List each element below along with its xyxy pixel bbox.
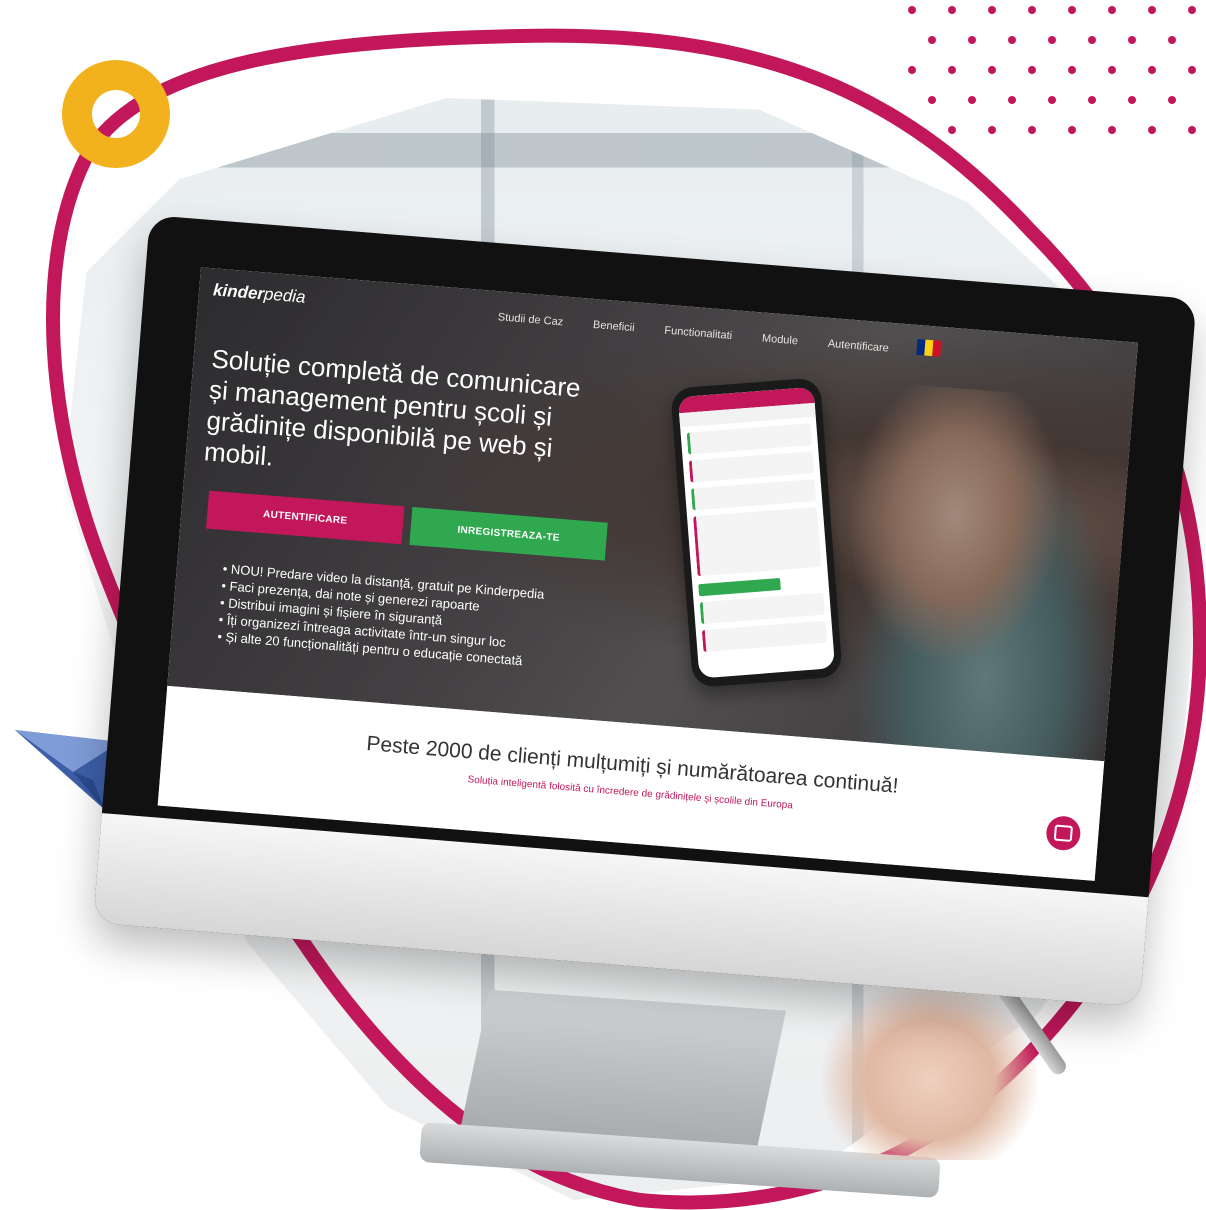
phone-timeline-row bbox=[688, 451, 815, 483]
romania-flag-icon[interactable] bbox=[916, 338, 942, 357]
monitor: kinderpedia Studii de Caz Beneficii Func… bbox=[93, 215, 1197, 1007]
phone-timeline-row bbox=[699, 592, 825, 625]
chat-icon bbox=[1053, 824, 1073, 842]
phone-timeline-row bbox=[693, 506, 822, 577]
logo-light: pedia bbox=[263, 284, 307, 307]
ring-icon bbox=[62, 60, 170, 168]
hero-section: kinderpedia Studii de Caz Beneficii Func… bbox=[167, 267, 1138, 762]
phone-mockup bbox=[670, 377, 843, 688]
screen: kinderpedia Studii de Caz Beneficii Func… bbox=[157, 267, 1138, 881]
dot-grid bbox=[908, 6, 1196, 134]
chat-button[interactable] bbox=[1045, 814, 1082, 852]
stage: kinderpedia Studii de Caz Beneficii Func… bbox=[0, 0, 1206, 1210]
phone-screen bbox=[677, 386, 836, 679]
phone-timeline-row bbox=[701, 620, 828, 653]
phone-timeline-row bbox=[690, 479, 817, 511]
logo-bold: kinder bbox=[212, 280, 265, 304]
phone-join-button bbox=[698, 578, 781, 597]
phone-timeline-row bbox=[686, 423, 812, 455]
